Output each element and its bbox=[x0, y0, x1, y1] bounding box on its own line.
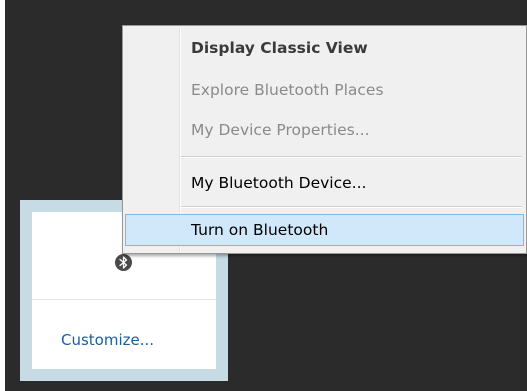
bluetooth-context-menu: Display Classic View Explore Bluetooth P… bbox=[122, 25, 527, 254]
bluetooth-icon[interactable] bbox=[115, 254, 132, 271]
menu-item-display-classic-view[interactable]: Display Classic View bbox=[125, 32, 524, 64]
menu-separator bbox=[181, 156, 522, 158]
menu-item-my-bluetooth-device[interactable]: My Bluetooth Device... bbox=[125, 167, 524, 199]
menu-item-explore-bluetooth-places: Explore Bluetooth Places bbox=[191, 81, 384, 99]
customize-link[interactable]: Customize... bbox=[61, 331, 154, 349]
bluetooth-glyph bbox=[119, 256, 128, 269]
menu-separator bbox=[181, 206, 522, 208]
menu-item-my-device-properties: My Device Properties... bbox=[191, 121, 370, 139]
menu-item-turn-on-bluetooth[interactable]: Turn on Bluetooth bbox=[125, 214, 524, 246]
